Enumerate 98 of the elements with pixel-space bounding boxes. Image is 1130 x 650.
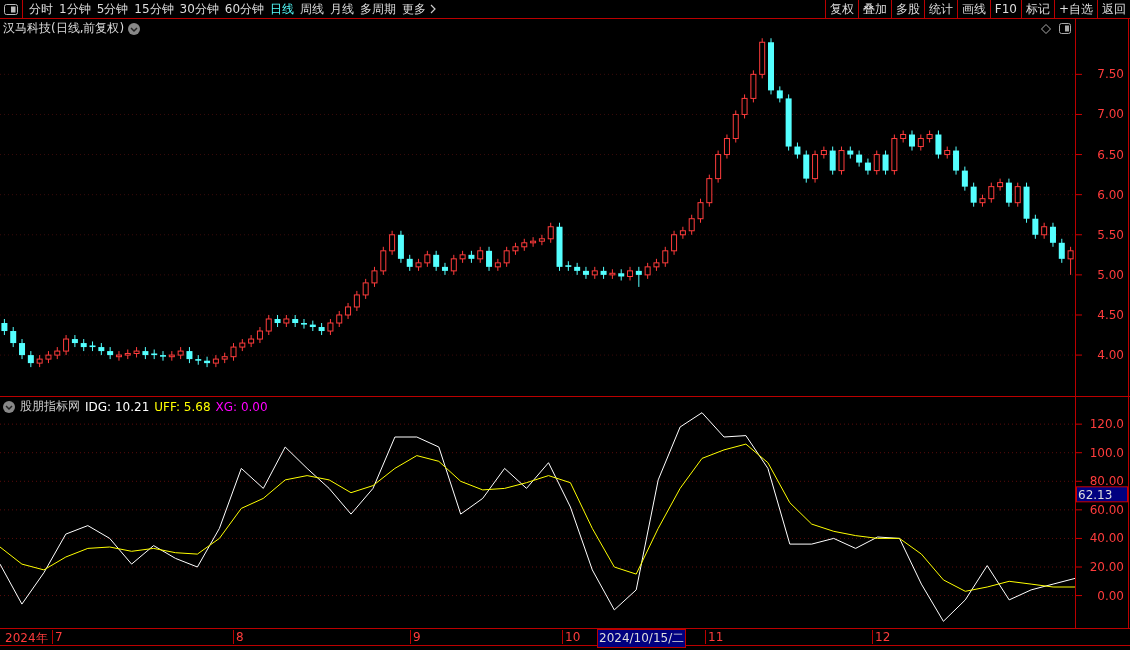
candlestick — [265, 314, 272, 336]
candlestick — [538, 234, 545, 246]
time-label: 12 — [872, 630, 891, 644]
candlestick — [371, 266, 378, 288]
axis-label: 60.00 — [1089, 502, 1124, 517]
axis-label: 5.50 — [1097, 227, 1124, 242]
candlestick — [988, 182, 995, 204]
candlestick — [107, 346, 114, 360]
candlestick — [908, 130, 915, 152]
period-tab[interactable]: 多周期 — [360, 0, 397, 18]
candlestick — [997, 178, 1004, 192]
time-label: 11 — [705, 630, 724, 644]
candlestick — [635, 266, 642, 288]
candlestick — [486, 246, 493, 272]
chart-title: 汉马科技(日线,前复权) — [3, 20, 125, 37]
period-tab[interactable]: 30分钟 — [179, 0, 219, 18]
axis-label: 0.00 — [1097, 588, 1124, 603]
axis-label: 5.00 — [1097, 267, 1124, 282]
candlestick — [503, 246, 510, 268]
candlestick — [63, 334, 70, 356]
candlestick — [71, 334, 78, 348]
axis-label: 7.00 — [1097, 107, 1124, 122]
candlestick — [1049, 222, 1056, 248]
candlestick — [697, 198, 704, 224]
candlestick — [671, 230, 678, 256]
diamond-icon[interactable] — [1041, 23, 1051, 34]
time-label: 8 — [233, 630, 244, 644]
period-tab[interactable]: 1分钟 — [59, 0, 91, 18]
candlestick — [547, 222, 554, 244]
candlestick — [662, 246, 669, 268]
period-tab[interactable]: 5分钟 — [96, 0, 129, 18]
candlestick — [301, 318, 307, 330]
indicator-name: 股朋指标网 — [20, 398, 80, 415]
candlestick — [582, 266, 589, 280]
time-label: 2024年 — [4, 630, 48, 647]
candlestick — [970, 182, 977, 208]
panel-toggle-icon[interactable] — [4, 3, 18, 15]
indicator-readout: XG: 0.00 — [215, 399, 268, 414]
candlestick — [450, 254, 457, 276]
candlestick — [1014, 182, 1021, 208]
candlestick — [19, 338, 26, 360]
candlestick — [115, 350, 122, 362]
candlestick — [380, 246, 387, 276]
candlestick — [961, 166, 968, 192]
candlestick — [723, 134, 730, 160]
candlestick — [1067, 246, 1074, 276]
candlestick — [953, 146, 960, 176]
candlestick — [248, 334, 255, 348]
candlestick — [838, 146, 845, 176]
axis-label: 80.00 — [1089, 474, 1124, 489]
axis-label: 4.50 — [1097, 308, 1124, 322]
candlestick — [1005, 178, 1012, 208]
candlestick — [679, 226, 686, 240]
indicator-readout: UFF: 5.68 — [154, 399, 211, 414]
candlestick — [433, 250, 440, 272]
axis-label: 4.00 — [1097, 348, 1124, 363]
time-label: 7 — [52, 630, 63, 644]
candlestick — [829, 146, 836, 176]
axis-label: 120.0 — [1089, 417, 1124, 432]
period-tab[interactable]: 日线 — [270, 0, 295, 18]
period-tab[interactable]: 分时 — [29, 0, 53, 18]
period-tab[interactable]: 15分钟 — [134, 0, 174, 18]
candlestick — [882, 150, 889, 176]
candlestick — [1058, 238, 1065, 264]
indicator-readout: IDG: 10.21 — [85, 399, 150, 414]
candlestick — [212, 354, 219, 368]
period-tab[interactable]: 60分钟 — [224, 0, 265, 18]
time-label: 9 — [410, 630, 421, 644]
cursor-value: 62.13 — [1076, 486, 1128, 503]
candlestick — [1032, 214, 1039, 240]
chevron-icon — [430, 4, 437, 14]
candlestick — [441, 262, 448, 276]
panel-toggle-icon[interactable] — [1059, 23, 1071, 34]
candlestick — [353, 290, 360, 312]
candlestick — [160, 350, 167, 362]
candlestick — [856, 150, 863, 168]
more-menu[interactable]: 更多 — [402, 0, 437, 18]
candlestick — [935, 130, 942, 160]
candlestick — [741, 93, 748, 119]
axis-label: 20.00 — [1089, 560, 1124, 574]
candlestick — [820, 146, 827, 160]
dropdown-icon[interactable] — [3, 400, 15, 413]
candlestick — [688, 214, 695, 236]
axis-label: 6.00 — [1097, 187, 1124, 202]
axis-label: 100.0 — [1089, 445, 1124, 460]
candlestick — [864, 158, 871, 176]
axis-label: 6.50 — [1097, 147, 1124, 162]
period-tab[interactable]: 周线 — [300, 0, 325, 18]
dropdown-icon[interactable] — [128, 22, 141, 35]
cursor-date: 2024/10/15/二 — [597, 629, 687, 648]
axis-label: 7.50 — [1097, 67, 1124, 82]
time-label: 10 — [562, 630, 581, 644]
candlestick — [873, 150, 880, 176]
axis-label: 40.00 — [1089, 531, 1124, 546]
candlestick — [362, 278, 369, 300]
candlestick — [389, 230, 396, 256]
candlestick — [10, 326, 17, 348]
period-tab[interactable]: 月线 — [330, 0, 355, 18]
